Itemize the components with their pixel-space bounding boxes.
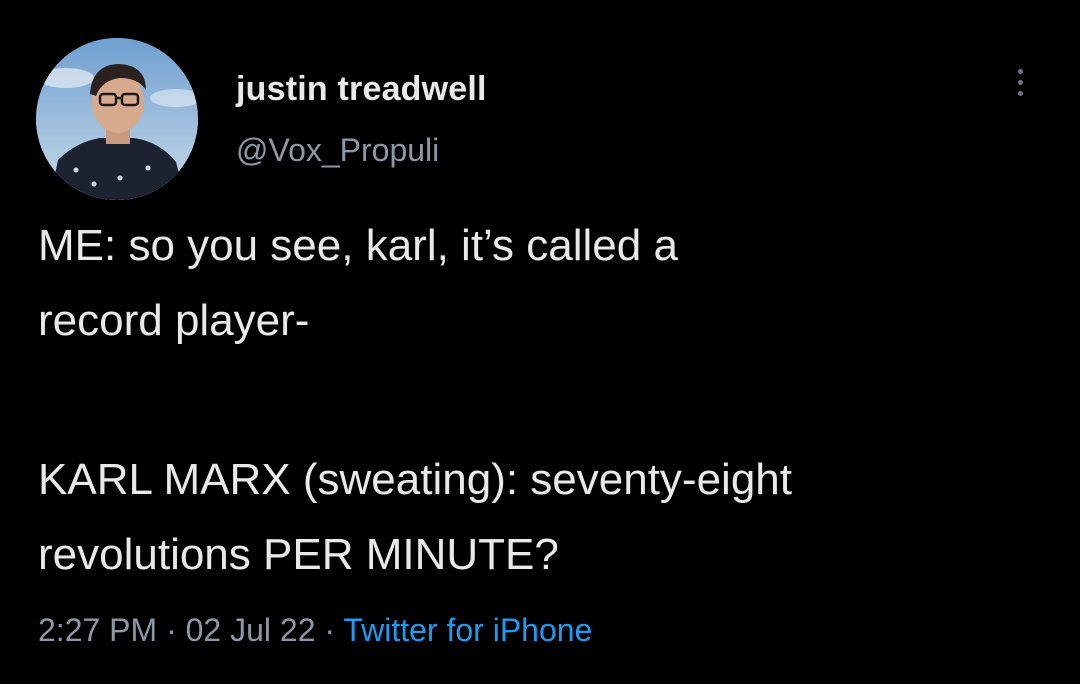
author-avatar[interactable] — [36, 38, 198, 200]
tweet-date[interactable]: 02 Jul 22 — [186, 612, 316, 648]
separator-dot: · — [324, 612, 336, 648]
avatar-photo-icon — [36, 38, 198, 200]
tweet-source-link[interactable]: Twitter for iPhone — [343, 612, 592, 648]
tweet-card: justin treadwell @Vox_Propuli ME: so you… — [0, 0, 1080, 684]
tweet-text-line: record player- — [38, 296, 310, 345]
tweet-text-line: KARL MARX (sweating): seventy-eight — [38, 455, 792, 504]
vertical-ellipsis-icon[interactable] — [1002, 66, 1038, 110]
tweet-metadata: 2:27 PM · 02 Jul 22 · Twitter for iPhone — [38, 612, 592, 649]
tweet-text-line: revolutions PER MINUTE? — [38, 530, 559, 579]
tweet-time[interactable]: 2:27 PM — [38, 612, 157, 648]
separator-dot: · — [166, 612, 177, 648]
author-display-name[interactable]: justin treadwell — [236, 70, 487, 109]
author-handle[interactable]: @Vox_Propuli — [236, 132, 439, 169]
tweet-text-line: ME: so you see, karl, it’s called a — [38, 221, 678, 270]
